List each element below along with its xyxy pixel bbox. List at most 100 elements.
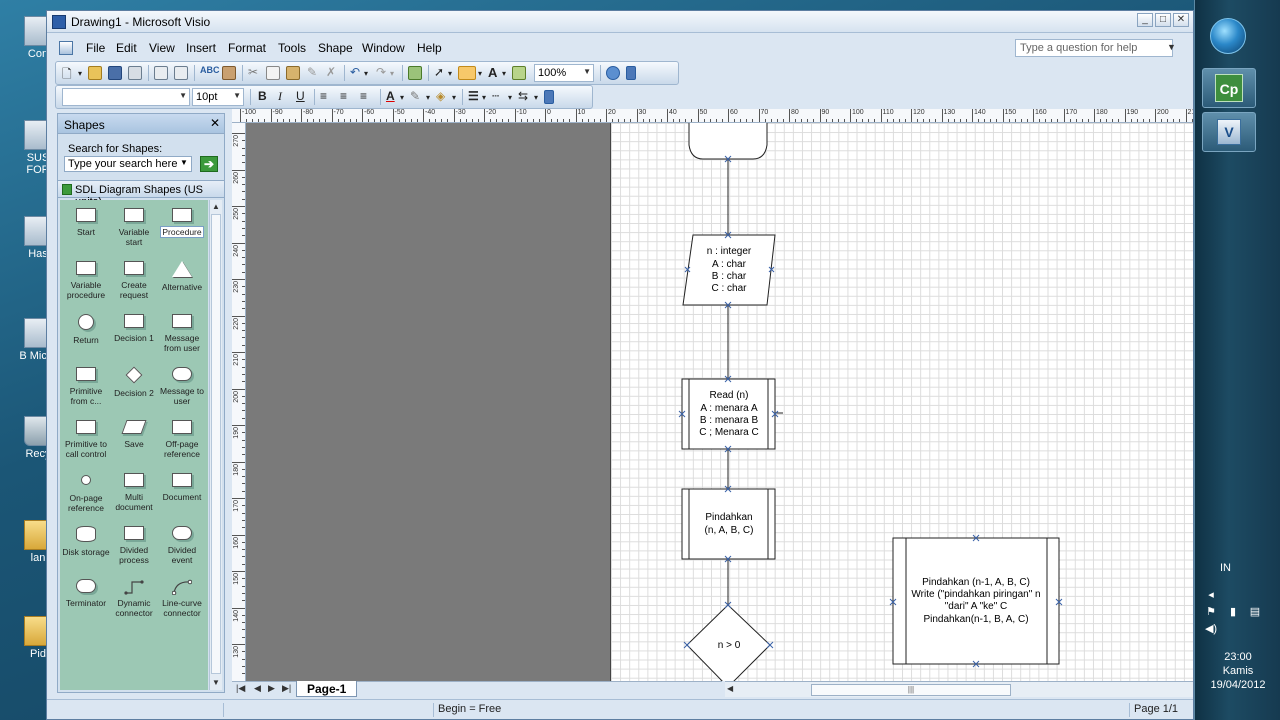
stamp-tool-icon[interactable] bbox=[512, 66, 526, 80]
drawing-area[interactable]: n : integer A : char B : char C : char R… bbox=[246, 123, 1193, 681]
stencil-master-line-curve-connector[interactable]: Line-curve connector bbox=[158, 579, 206, 618]
ask-question-input[interactable]: Type a question for help bbox=[1015, 39, 1173, 57]
format-painter-icon[interactable]: ✎ bbox=[307, 65, 317, 79]
stencil-master-disk-storage[interactable]: Disk storage bbox=[62, 526, 110, 557]
terminator-shape[interactable] bbox=[688, 123, 768, 160]
undo-icon[interactable]: ↶ bbox=[350, 65, 360, 79]
taskbar-clock[interactable]: 23:00 Kamis 19/04/2012 bbox=[1196, 650, 1280, 692]
volume-icon[interactable]: ◀) bbox=[1202, 622, 1220, 635]
chevron-down-icon[interactable]: ▾ bbox=[364, 69, 368, 78]
shapes-window-icon[interactable] bbox=[408, 66, 422, 80]
fill-color-icon[interactable]: ◈ bbox=[436, 89, 445, 103]
taskbar-camtasia-button[interactable]: Cp bbox=[1202, 68, 1256, 108]
stencil-master-save[interactable]: Save bbox=[110, 420, 158, 449]
stencil-master-on-page-reference[interactable]: On-page reference bbox=[62, 473, 110, 513]
line-pattern-icon[interactable]: ┄ bbox=[492, 89, 499, 103]
chevron-down-icon[interactable]: ▾ bbox=[452, 93, 456, 102]
stencil-master-create-request[interactable]: Create request bbox=[110, 261, 158, 300]
stencil-master-document[interactable]: Document bbox=[158, 473, 206, 502]
stencil-title-bar[interactable]: SDL Diagram Shapes (US units) bbox=[58, 180, 224, 208]
language-indicator[interactable]: IN bbox=[1220, 562, 1231, 574]
print-preview-icon[interactable] bbox=[174, 66, 188, 80]
title-bar[interactable]: Drawing1 - Microsoft Visio _ □ ✕ bbox=[47, 11, 1193, 33]
line-ends-icon[interactable]: ⇆ bbox=[518, 89, 528, 103]
tab-page-1[interactable]: Page-1 bbox=[296, 681, 358, 697]
minimize-button[interactable]: _ bbox=[1137, 13, 1153, 27]
line-weight-icon[interactable]: ☰ bbox=[468, 89, 479, 103]
open-icon[interactable] bbox=[88, 66, 102, 80]
stencil-master-variable-procedure[interactable]: Variable procedure bbox=[62, 261, 110, 300]
call-procedure-shape[interactable] bbox=[681, 488, 776, 560]
stencil-master-multi-document[interactable]: Multi document bbox=[110, 473, 158, 512]
font-color-icon[interactable]: A bbox=[386, 89, 395, 103]
search-go-button[interactable]: ➔ bbox=[200, 156, 218, 172]
stencil-scrollbar[interactable]: ▲ ▼ bbox=[209, 200, 222, 690]
vertical-ruler[interactable]: 270 260 250 240 230 220 210 200 190 180 170 160 150 1… bbox=[232, 123, 246, 681]
spelling-icon[interactable]: ABC bbox=[200, 65, 220, 75]
font-size-select[interactable]: 10pt ▼ bbox=[192, 88, 244, 106]
chevron-down-icon[interactable]: ▼ bbox=[1167, 42, 1176, 52]
scroll-thumb[interactable]: ||| bbox=[811, 684, 1011, 696]
menu-format[interactable]: Format bbox=[228, 41, 266, 55]
close-button[interactable]: ✕ bbox=[1173, 13, 1189, 27]
stencil-master-decision-2[interactable]: Decision 2 bbox=[110, 366, 158, 398]
chevron-down-icon[interactable]: ▾ bbox=[534, 93, 538, 102]
cut-icon[interactable]: ✂ bbox=[248, 65, 258, 79]
drawing-page[interactable]: n : integer A : char B : char C : char R… bbox=[610, 123, 1193, 681]
previous-page-icon[interactable]: ◀ bbox=[254, 683, 261, 694]
menu-edit[interactable]: Edit bbox=[116, 41, 137, 55]
align-left-icon[interactable]: ≡ bbox=[320, 89, 327, 103]
taskbar-visio-button[interactable]: V bbox=[1202, 112, 1256, 152]
menu-tools[interactable]: Tools bbox=[278, 41, 306, 55]
stencil-master-divided-event[interactable]: Divided event bbox=[158, 526, 206, 565]
stencil-master-start[interactable]: Start bbox=[62, 208, 110, 237]
action-center-icon[interactable]: ⚑ bbox=[1202, 605, 1220, 618]
stencil-master-terminator[interactable]: Terminator bbox=[62, 579, 110, 608]
permission-icon[interactable] bbox=[128, 66, 142, 80]
save-icon[interactable] bbox=[108, 66, 122, 80]
stencil-master-message-from-user[interactable]: Message from user bbox=[158, 314, 206, 353]
stencil-master-divided-process[interactable]: Divided process bbox=[110, 526, 158, 565]
scroll-thumb[interactable] bbox=[211, 214, 221, 674]
document-menu-icon[interactable] bbox=[59, 41, 73, 55]
network-icon[interactable]: ▤ bbox=[1246, 605, 1264, 618]
underline-icon[interactable]: U bbox=[296, 89, 305, 103]
text-tool-icon[interactable]: A bbox=[488, 65, 497, 80]
stencil-master-variable-start[interactable]: Variable start bbox=[110, 208, 158, 247]
line-color-icon[interactable]: ✎ bbox=[410, 89, 420, 103]
stencil-master-off-page-reference[interactable]: Off-page reference bbox=[158, 420, 206, 459]
research-icon[interactable] bbox=[222, 66, 236, 80]
zoom-select[interactable]: 100% ▼ bbox=[534, 64, 594, 82]
menu-window[interactable]: Window bbox=[362, 41, 405, 55]
new-icon[interactable]: 🗋 bbox=[62, 65, 72, 86]
menu-view[interactable]: View bbox=[149, 41, 175, 55]
pointer-tool-icon[interactable]: ➚ bbox=[434, 65, 444, 79]
chevron-down-icon[interactable]: ▾ bbox=[478, 69, 482, 78]
start-button[interactable] bbox=[1210, 18, 1246, 54]
horizontal-scrollbar[interactable]: ◀ ||| bbox=[725, 681, 1193, 697]
stencil-master-procedure[interactable]: Procedure bbox=[158, 208, 206, 238]
bold-icon[interactable]: B bbox=[258, 89, 267, 103]
scroll-left-icon[interactable]: ◀ bbox=[727, 684, 733, 693]
stencil-master-decision-1[interactable]: Decision 1 bbox=[110, 314, 158, 343]
stencil-master-primitive-to-call-control[interactable]: Primitive to call control bbox=[62, 420, 110, 459]
chevron-down-icon[interactable]: ▾ bbox=[508, 93, 512, 102]
chevron-down-icon[interactable]: ▾ bbox=[448, 69, 452, 78]
chevron-down-icon[interactable]: ▾ bbox=[426, 93, 430, 102]
maximize-button[interactable]: □ bbox=[1155, 13, 1171, 27]
redo-icon[interactable]: ↷ bbox=[376, 65, 386, 79]
stencil-master-alternative[interactable]: Alternative bbox=[158, 261, 206, 292]
scroll-down-icon[interactable]: ▼ bbox=[212, 678, 220, 687]
align-right-icon[interactable]: ≡ bbox=[360, 89, 367, 103]
stencil-master-dynamic-connector[interactable]: Dynamic connector bbox=[110, 579, 158, 618]
chevron-down-icon[interactable]: ▾ bbox=[78, 69, 82, 78]
copy-icon[interactable] bbox=[266, 66, 280, 80]
print-icon[interactable] bbox=[154, 66, 168, 80]
italic-icon[interactable]: I bbox=[278, 89, 282, 104]
menu-shape[interactable]: Shape bbox=[318, 41, 353, 55]
chevron-down-icon[interactable]: ▾ bbox=[502, 69, 506, 78]
menu-help[interactable]: Help bbox=[417, 41, 442, 55]
stencil-master-primitive-from-c[interactable]: Primitive from c... bbox=[62, 367, 110, 406]
toolbar-options-icon[interactable] bbox=[544, 90, 554, 104]
next-page-icon[interactable]: ▶ bbox=[268, 683, 275, 694]
